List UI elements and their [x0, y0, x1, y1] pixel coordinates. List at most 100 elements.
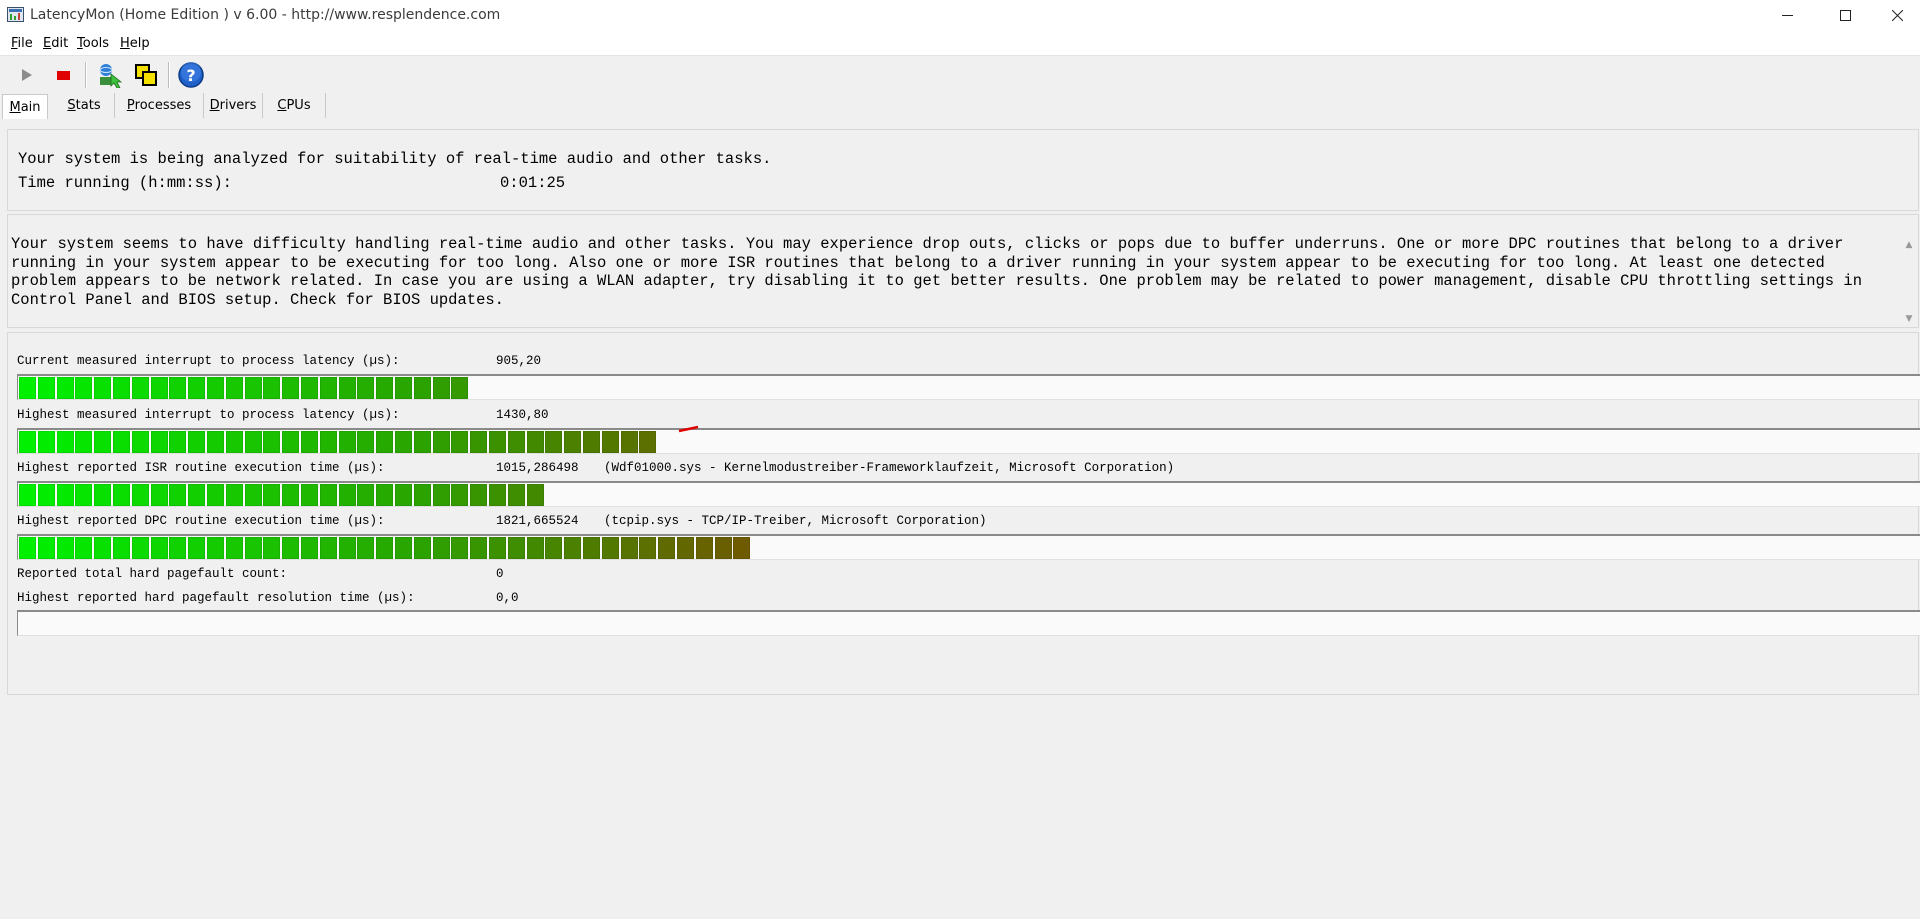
gauge-segment	[338, 484, 356, 506]
gauge-segment	[357, 431, 375, 453]
pagefault-gauge	[17, 612, 1920, 636]
gauge-segment	[301, 377, 318, 399]
help-icon: ?	[178, 62, 204, 88]
time-running-label: Time running (h:mm:ss):	[18, 174, 232, 192]
start-button[interactable]	[11, 60, 41, 90]
gauge-segment	[526, 484, 544, 506]
tab-label: PUs	[286, 98, 311, 113]
play-icon	[22, 69, 32, 81]
menu-label: elp	[129, 36, 150, 51]
gauge-segment	[451, 377, 469, 399]
gauge-segment	[150, 537, 168, 559]
menu-edit[interactable]: Edit	[43, 36, 68, 51]
tab-strip: Main Stats Processes Drivers C PUs	[0, 93, 1920, 119]
scroll-down-arrow[interactable]: ▼	[1904, 314, 1914, 324]
help-button[interactable]: ?	[176, 60, 206, 90]
gauge-segment	[169, 377, 187, 399]
gauge-segment	[545, 537, 563, 559]
metric-label: Highest reported DPC routine execution t…	[17, 514, 385, 528]
toolbar-separator	[168, 62, 169, 88]
gauge-segment	[376, 537, 394, 559]
analysis-message: Your system seems to have difficulty han…	[11, 235, 1863, 309]
close-icon	[1891, 10, 1903, 21]
menu-label: dit	[51, 36, 69, 51]
stop-button[interactable]	[48, 60, 78, 90]
gauge-segment	[282, 537, 300, 559]
tab-drivers[interactable]: Drivers	[204, 93, 263, 118]
gauge-segment	[19, 537, 36, 559]
tab-stats[interactable]: Stats	[54, 93, 115, 118]
tab-cpus[interactable]: C PUs	[263, 93, 326, 118]
gauge-segment	[263, 537, 281, 559]
menu-help[interactable]: Help	[120, 36, 150, 51]
cpu-view-button[interactable]	[131, 60, 161, 90]
gauge-segment	[131, 431, 149, 453]
gauge-segment	[131, 537, 149, 559]
close-button[interactable]	[1874, 0, 1920, 31]
time-running-value: 0:01:25	[500, 174, 566, 192]
tab-accel: S	[67, 98, 76, 113]
gauge-segment	[583, 537, 600, 559]
gauge-segment	[564, 537, 582, 559]
metric-value: 1821,665524	[496, 514, 579, 528]
window-title: LatencyMon (Home Edition ) v 6.00 - http…	[30, 7, 501, 23]
gauge-segment	[37, 377, 55, 399]
gauge-segment	[470, 431, 488, 453]
gauge-segment	[507, 431, 525, 453]
gauge-segment	[526, 431, 544, 453]
gauge-segment	[282, 377, 300, 399]
gauge-segment	[319, 537, 337, 559]
status-line: Your system is being analyzed for suitab…	[18, 150, 772, 168]
gauge-segment	[75, 431, 93, 453]
gauge-segment	[319, 377, 337, 399]
update-check-button[interactable]	[94, 60, 124, 90]
gauge-segment	[225, 537, 243, 559]
title-bar[interactable]: LatencyMon (Home Edition ) v 6.00 - http…	[0, 0, 1920, 31]
gauge-segment	[301, 431, 318, 453]
gauge-segment	[75, 537, 93, 559]
gauge-segment	[489, 431, 506, 453]
gauge-segment	[19, 431, 36, 453]
gauge-segment	[131, 484, 149, 506]
gauge-segment	[583, 431, 600, 453]
metric-label: Highest measured interrupt to process la…	[17, 408, 400, 422]
menu-accel: E	[43, 36, 52, 51]
gauge-segment	[319, 484, 337, 506]
gauge-segment	[620, 537, 638, 559]
gauge-segment	[169, 484, 187, 506]
gauge-segment	[244, 377, 262, 399]
gauge-segment	[207, 484, 224, 506]
metric-value: 905,20	[496, 354, 542, 368]
gauge-segment	[150, 431, 168, 453]
maximize-button[interactable]	[1822, 0, 1868, 31]
gauge-segment	[489, 484, 506, 506]
gauge-segment	[131, 377, 149, 399]
message-panel: Your system seems to have difficulty han…	[7, 214, 1919, 328]
gauge-segment	[601, 431, 619, 453]
menu-file[interactable]: File	[11, 36, 33, 51]
minimize-button[interactable]	[1764, 0, 1810, 31]
scroll-up-arrow[interactable]: ▲	[1904, 240, 1914, 250]
tab-main[interactable]: Main	[2, 94, 48, 119]
menu-label: ile	[17, 36, 33, 51]
metric-value: 0	[496, 567, 504, 581]
gauge-segment	[301, 484, 318, 506]
gauge-segment	[338, 537, 356, 559]
gauge-segment	[620, 431, 638, 453]
gauge-segment	[395, 484, 412, 506]
cpu-icon	[135, 64, 157, 86]
gauge-segment	[432, 537, 450, 559]
gauge-segment	[601, 537, 619, 559]
metric-detail: (tcpip.sys - TCP/IP-Treiber, Microsoft C…	[604, 514, 987, 528]
gauge-segment	[56, 377, 74, 399]
gauge-segment	[37, 484, 55, 506]
gauge-segment	[357, 377, 375, 399]
menu-tools[interactable]: Tools	[77, 36, 109, 51]
metric-value: 1015,286498	[496, 461, 579, 475]
tab-accel: C	[277, 98, 287, 113]
gauge-segment	[413, 484, 431, 506]
gauge-segment	[225, 377, 243, 399]
gauge-segment	[207, 537, 224, 559]
gauge-segment	[113, 431, 130, 453]
tab-processes[interactable]: Processes	[115, 93, 204, 118]
